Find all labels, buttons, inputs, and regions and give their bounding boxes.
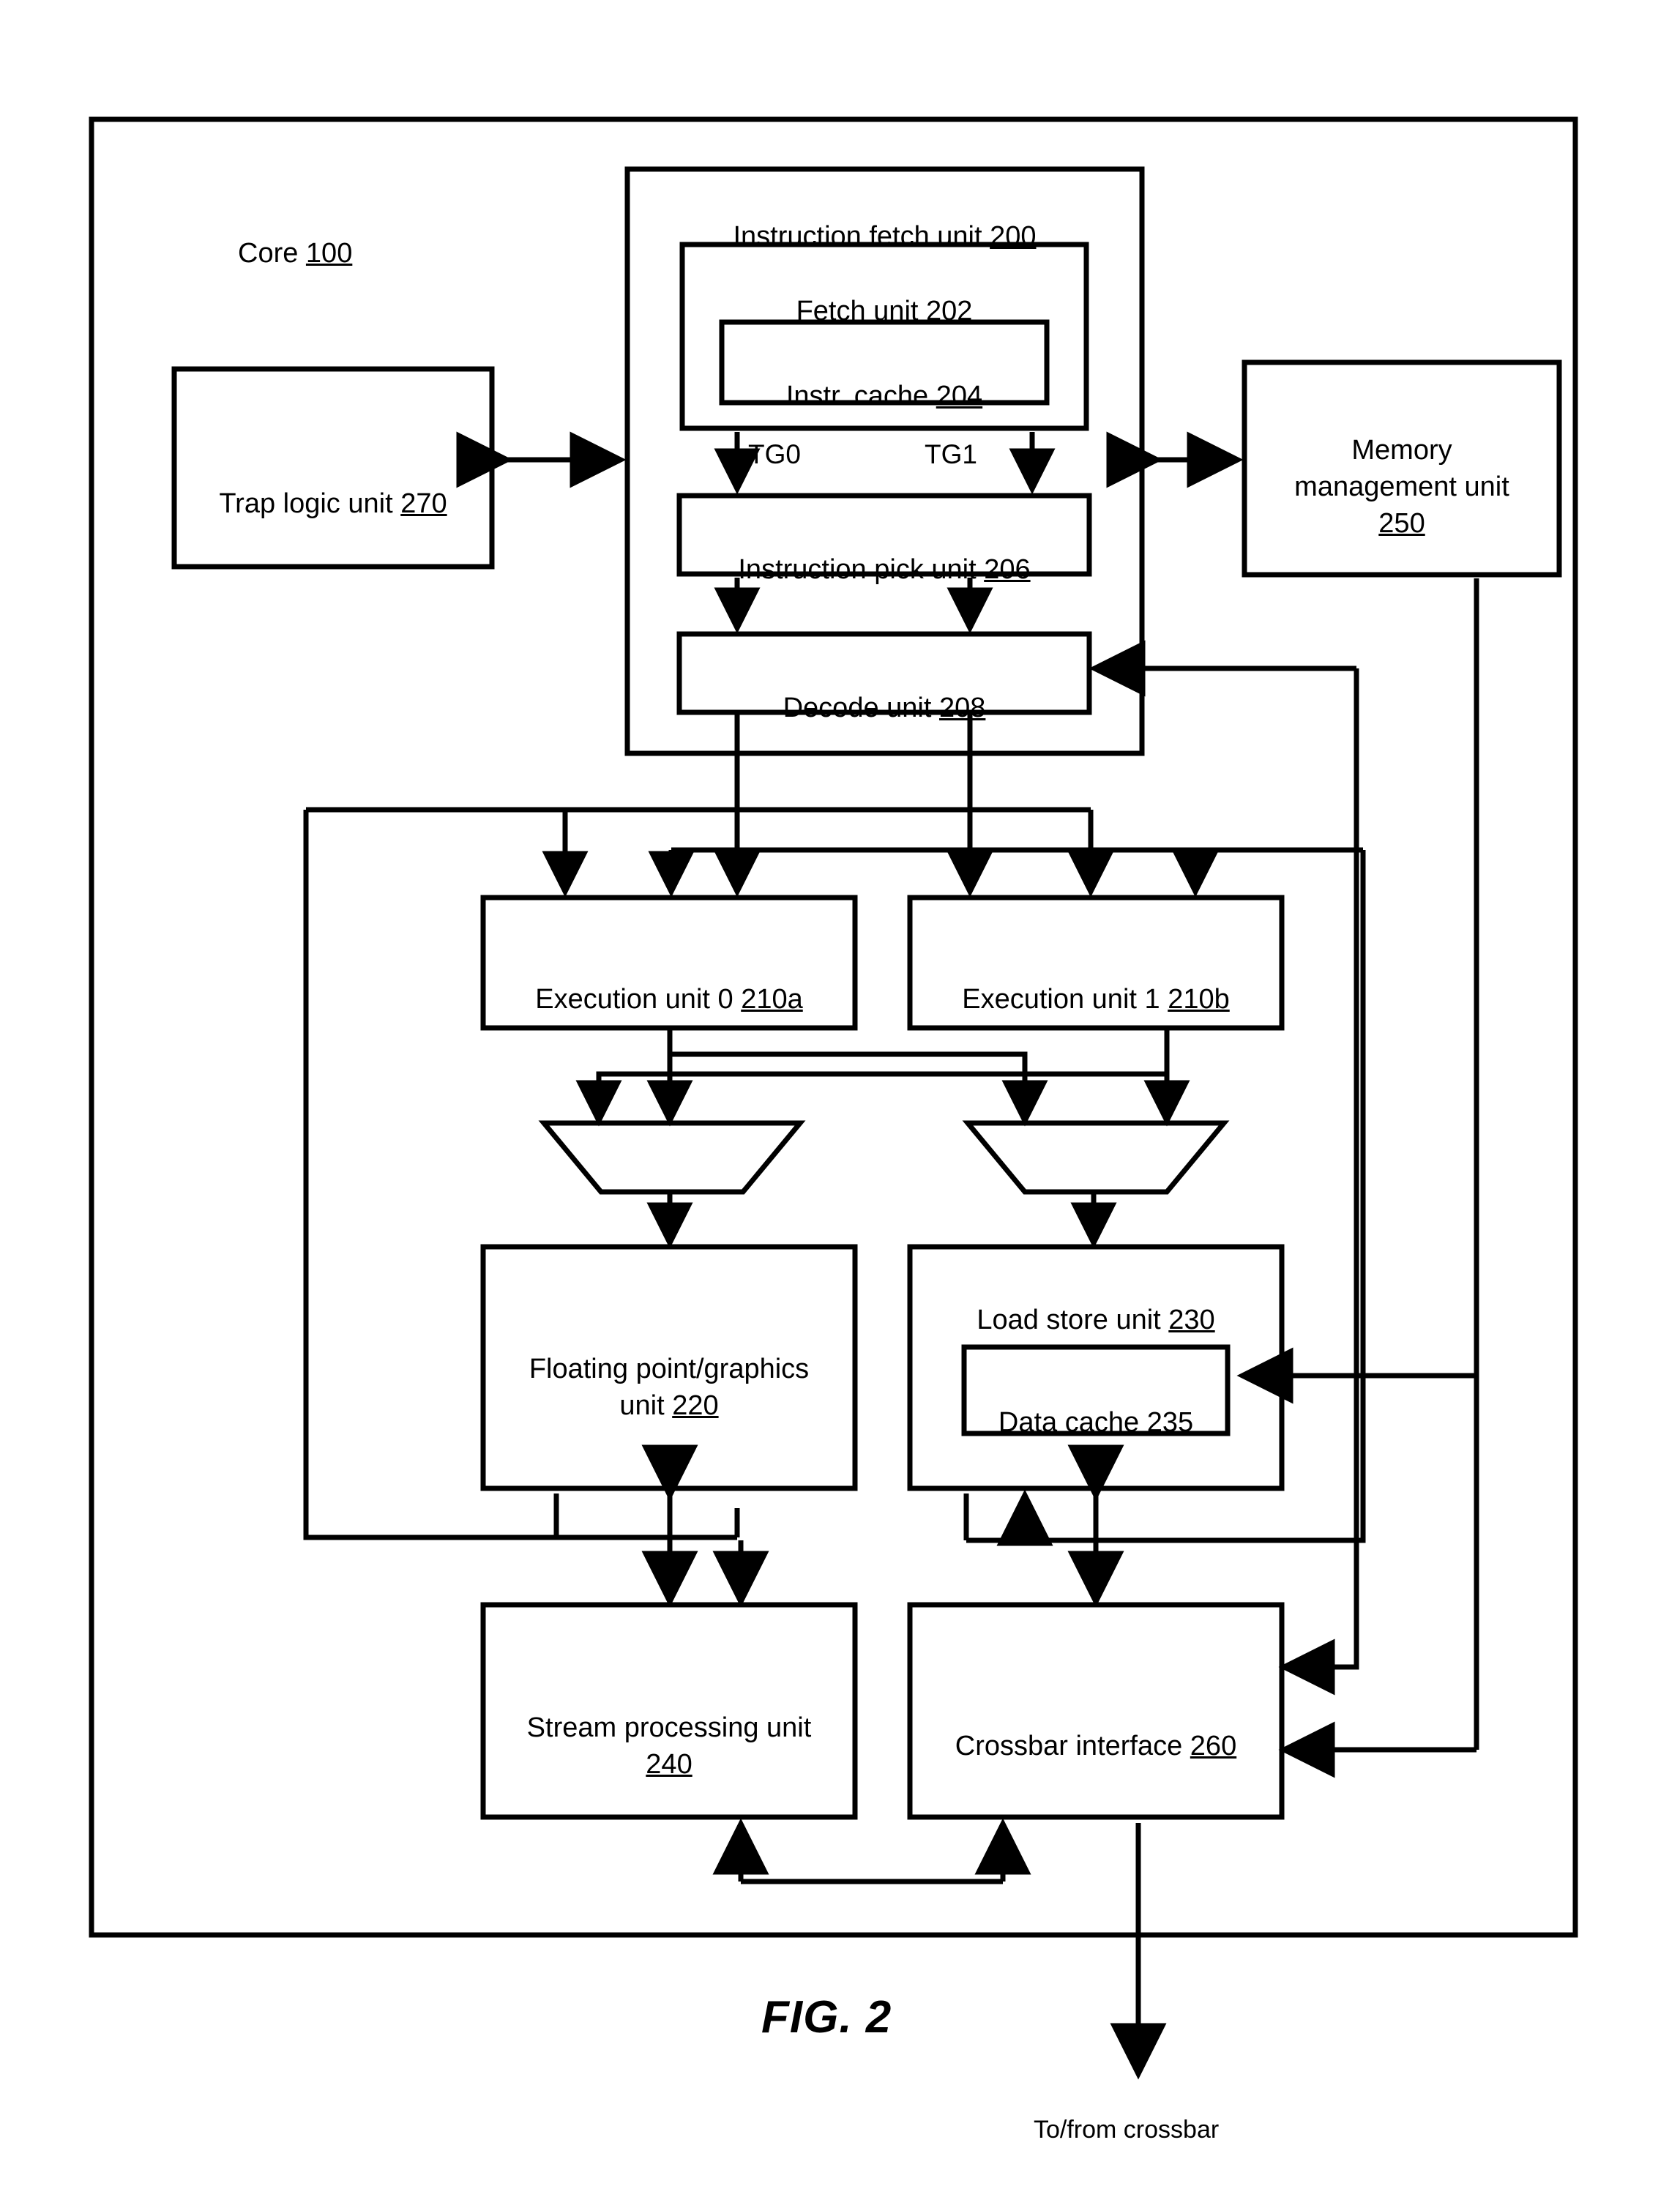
ifu-name: Instruction fetch unit <box>733 221 990 252</box>
line-eu1-cross-to-mux-left <box>596 1071 1167 1113</box>
label-memory-management-unit: Memory management unit 250 <box>1244 395 1559 542</box>
core-label: Core 100 <box>238 238 352 269</box>
line-eu0-cross-to-mux-right <box>670 1051 1028 1113</box>
spu-ref: 240 <box>646 1749 692 1780</box>
label-fetch-unit: Fetch unit 202 <box>682 256 1086 329</box>
data-cache-name: Data cache <box>998 1407 1147 1438</box>
eu1-name: Execution unit 1 <box>962 984 1168 1015</box>
label-execution-unit-1: Execution unit 1 210b <box>910 944 1282 1018</box>
trap-logic-name: Trap logic unit <box>219 488 401 519</box>
label-trap-logic-unit: Trap logic unit 270 <box>174 449 492 522</box>
label-tg1: TG1 <box>925 439 977 469</box>
label-instr-cache: Instr. cache 204 <box>722 341 1047 414</box>
mux-right <box>962 1120 1230 1195</box>
mmu-ref: 250 <box>1378 508 1425 539</box>
pick-unit-ref: 206 <box>984 554 1031 585</box>
eu1-ref: 210b <box>1168 984 1230 1015</box>
crossbar-ref: 260 <box>1190 1731 1237 1761</box>
spu-name: Stream processing unit <box>526 1712 812 1743</box>
label-execution-unit-0: Execution unit 0 210a <box>483 944 855 1018</box>
eu0-name: Execution unit 0 <box>535 984 742 1015</box>
label-instruction-pick-unit: Instruction pick unit 206 <box>679 515 1089 588</box>
label-decode-unit: Decode unit 208 <box>679 653 1089 726</box>
label-crossbar-interface: Crossbar interface 260 <box>910 1691 1282 1764</box>
mmu-name: Memory management unit <box>1294 435 1509 502</box>
line-bus-2104-to-lsu-in <box>966 1526 1028 1543</box>
decode-unit-name: Decode unit <box>783 693 939 723</box>
pick-unit-name: Instruction pick unit <box>738 554 985 585</box>
figure-caption: FIG. 2 <box>761 1992 892 2043</box>
multiplexer-shapes <box>538 1120 1230 1195</box>
line-crossbar-to-decode-vertical <box>1299 668 1359 1670</box>
crossbar-name: Crossbar interface <box>955 1731 1190 1761</box>
core-label-ref: 100 <box>305 238 353 269</box>
fpu-name: Floating point/graphics unit <box>529 1354 810 1421</box>
ifu-ref: 200 <box>990 221 1037 252</box>
label-floating-point-graphics-unit: Floating point/graphics unit 220 <box>483 1314 855 1424</box>
label-stream-processing-unit: Stream processing unit 240 <box>483 1673 855 1783</box>
instr-cache-name: Instr. cache <box>785 381 936 411</box>
label-load-store-unit: Load store unit 230 <box>910 1265 1282 1338</box>
line-mmu-to-data-cache <box>1292 578 1479 1379</box>
figure-page: Core 100 Instruction fetch unit 200 Fetc… <box>0 0 1680 2189</box>
label-tg0: TG0 <box>748 439 801 469</box>
fetch-unit-ref: 202 <box>926 296 973 327</box>
fpu-ref: 220 <box>672 1390 719 1421</box>
lsu-name: Load store unit <box>977 1305 1169 1335</box>
label-data-cache: Data cache 235 <box>964 1368 1228 1441</box>
data-cache-ref: 235 <box>1146 1407 1194 1438</box>
line-left-feedback-loop <box>303 810 737 1540</box>
lsu-ref: 230 <box>1168 1305 1215 1335</box>
instr-cache-ref: 204 <box>936 381 983 411</box>
decode-unit-ref: 208 <box>938 693 986 723</box>
fetch-unit-name: Fetch unit <box>796 296 926 327</box>
mux-left <box>538 1120 806 1195</box>
label-instruction-fetch-unit: Instruction fetch unit 200 <box>627 182 1142 255</box>
core-label-text: Core <box>238 238 306 269</box>
eu0-ref: 210a <box>741 984 803 1015</box>
trap-logic-ref: 270 <box>400 488 447 519</box>
to-from-crossbar-note: To/from crossbar <box>1034 2116 1220 2144</box>
